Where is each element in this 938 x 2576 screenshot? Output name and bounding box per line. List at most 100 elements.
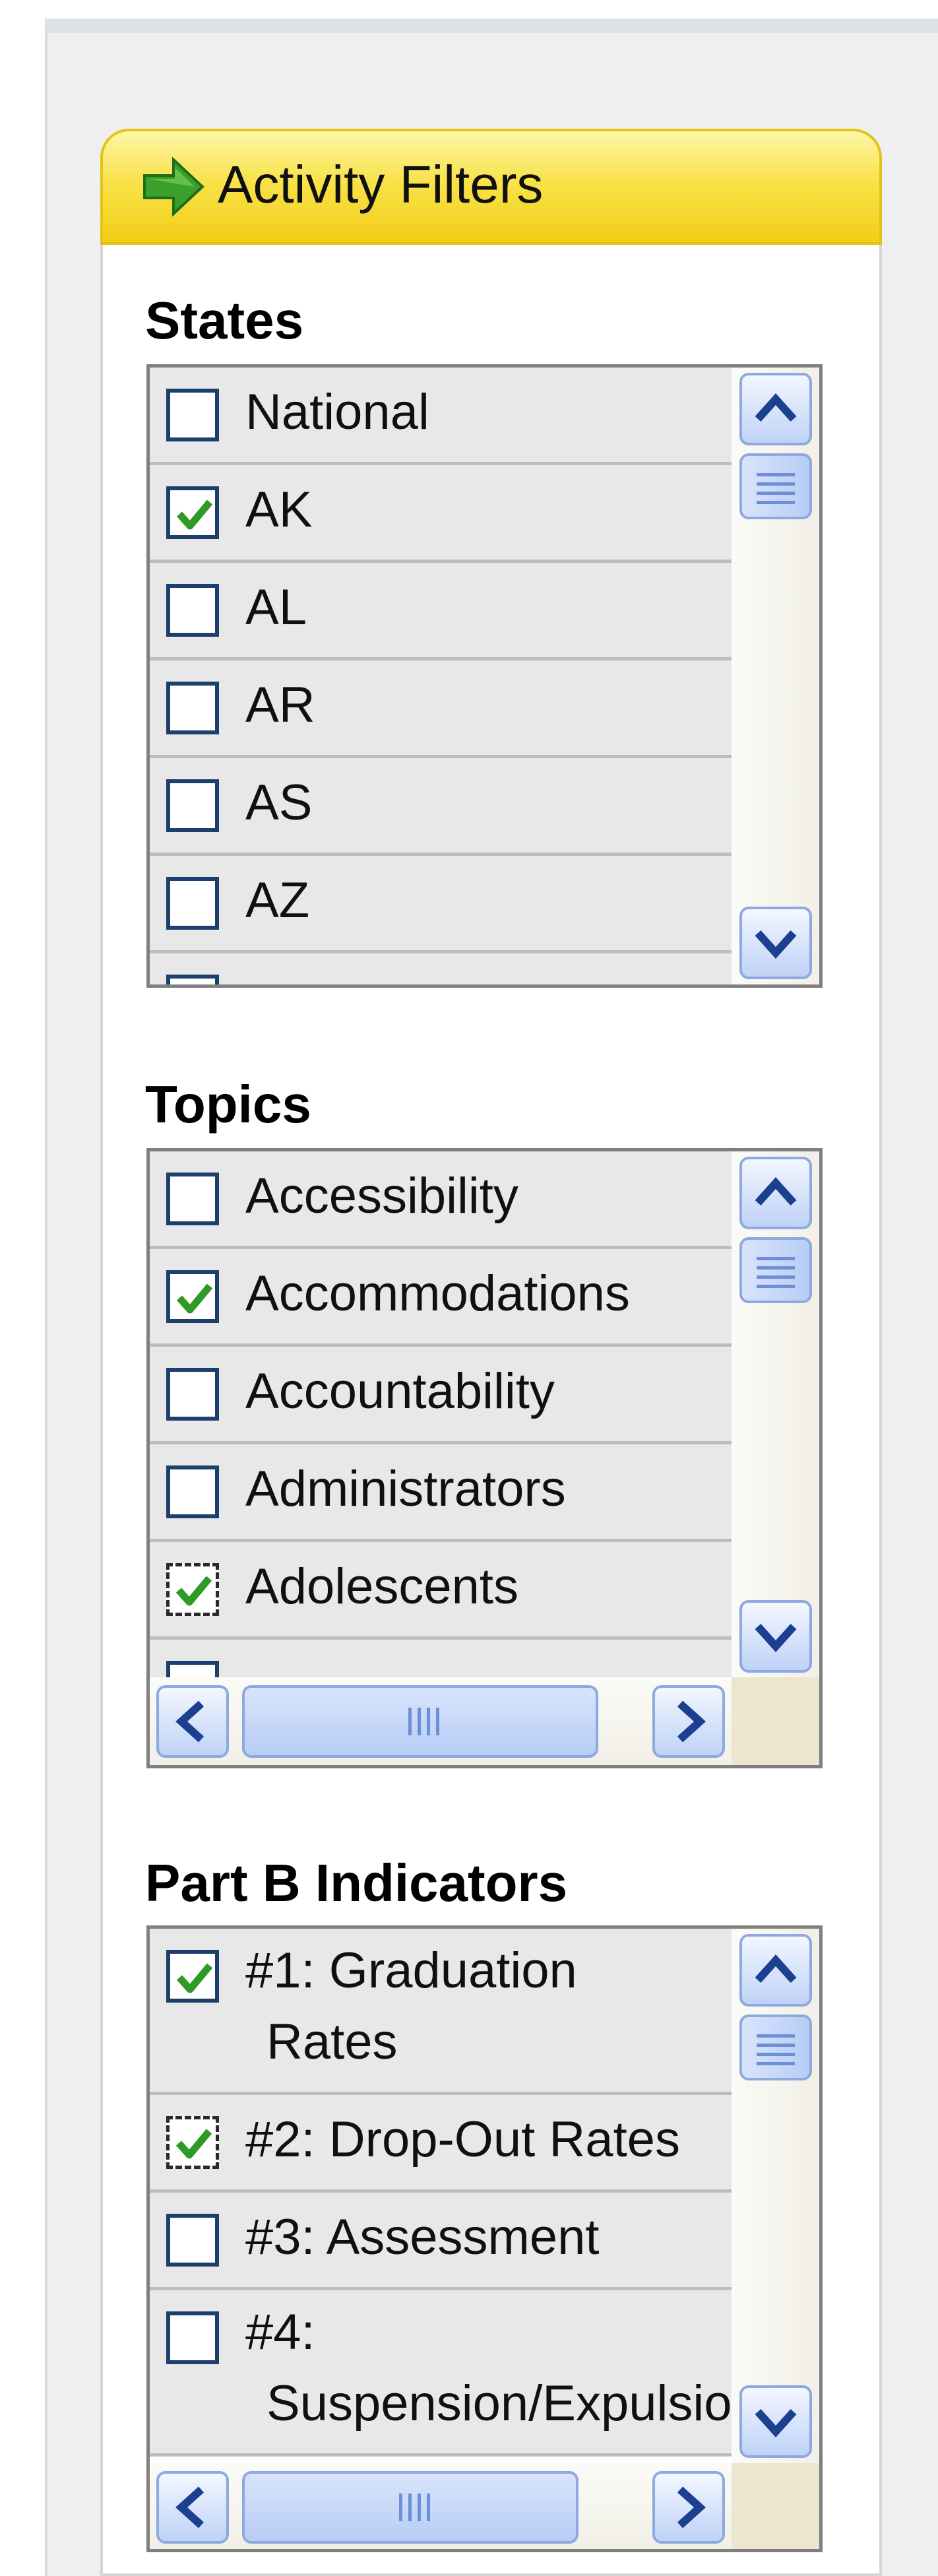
label-line-1: #4: xyxy=(245,2304,315,2360)
scroll-thumb[interactable] xyxy=(739,2014,812,2080)
chevron-down-icon xyxy=(755,930,797,959)
chevron-down-icon xyxy=(755,1623,797,1652)
list-item-administrators[interactable]: Administrators xyxy=(150,1444,732,1542)
checkmark-icon xyxy=(175,1576,212,1606)
list-item-az[interactable]: AZ xyxy=(150,856,732,953)
scrollbar-corner xyxy=(732,1677,819,1765)
checkbox-ar[interactable] xyxy=(166,682,219,734)
list-item-label: #3: Assessment xyxy=(245,2209,600,2265)
scroll-right-button[interactable] xyxy=(652,2471,725,2544)
list-item-ar[interactable]: AR xyxy=(150,660,732,758)
list-item-label: #4: Suspension/Expulsion xyxy=(245,2297,732,2439)
list-item-label: AR xyxy=(245,677,315,733)
scroll-up-button[interactable] xyxy=(739,1934,812,2007)
chevron-up-icon xyxy=(755,1177,797,1206)
part-b-title: Part B Indicators xyxy=(145,1853,568,1912)
list-item-partial[interactable] xyxy=(150,1640,732,1677)
checkmark-icon xyxy=(176,1963,213,1993)
scroll-left-button[interactable] xyxy=(156,1685,229,1758)
scroll-down-button[interactable] xyxy=(739,907,812,979)
topics-list[interactable]: Accessibility Accommodations Accountabil… xyxy=(146,1148,823,1768)
list-item-label: Adolescents xyxy=(245,1559,519,1615)
topics-horizontal-scrollbar[interactable] xyxy=(150,1677,732,1765)
scroll-right-button[interactable] xyxy=(652,1685,725,1758)
list-item-al[interactable]: AL xyxy=(150,563,732,660)
label-line-1: #1: Graduation xyxy=(245,1943,577,1999)
part-b-horizontal-scrollbar[interactable] xyxy=(150,2463,732,2549)
list-item-label: AK xyxy=(245,482,313,538)
list-item-national[interactable]: National xyxy=(150,368,732,465)
list-item-assessment[interactable]: #3: Assessment xyxy=(150,2193,732,2290)
states-title: States xyxy=(145,291,304,350)
list-item-partial[interactable] xyxy=(150,953,732,984)
list-item-suspension-expulsion[interactable]: #4: Suspension/Expulsion xyxy=(150,2290,732,2457)
list-item-label: #1: Graduation Rates xyxy=(245,1935,727,2078)
list-item-drop-out-rates[interactable]: #2: Drop-Out Rates xyxy=(150,2095,732,2193)
list-item-label: AS xyxy=(245,775,313,831)
chevron-up-icon xyxy=(755,1954,797,1983)
horizontal-scroll-thumb[interactable] xyxy=(242,2471,578,2544)
panel-title: Activity Filters xyxy=(218,155,544,214)
chevron-left-icon xyxy=(175,1700,204,1743)
checkbox-partial[interactable] xyxy=(166,975,219,984)
chevron-right-icon xyxy=(677,1700,706,1743)
list-item-ak[interactable]: AK xyxy=(150,465,732,563)
chevron-left-icon xyxy=(175,2486,204,2528)
horizontal-scroll-thumb[interactable] xyxy=(242,1685,598,1758)
topics-list-viewport: Accessibility Accommodations Accountabil… xyxy=(150,1151,732,1677)
list-item-accountability[interactable]: Accountability xyxy=(150,1347,732,1444)
checkmark-icon xyxy=(176,1283,213,1314)
checkbox-administrators[interactable] xyxy=(166,1465,219,1518)
checkbox-adolescents[interactable] xyxy=(166,1563,219,1616)
topics-title: Topics xyxy=(145,1075,311,1134)
checkbox-accommodations[interactable] xyxy=(166,1270,219,1323)
list-item-label: Accommodations xyxy=(245,1266,630,1322)
list-item-label: Administrators xyxy=(245,1461,566,1517)
checkbox-drop-out-rates[interactable] xyxy=(166,2116,219,2169)
checkbox-az[interactable] xyxy=(166,877,219,930)
chevron-down-icon xyxy=(755,2408,797,2437)
chevron-right-icon xyxy=(677,2486,706,2528)
part-b-list-viewport: #1: Graduation Rates #2: Drop-Out Rates #… xyxy=(150,1929,732,2463)
checkmark-icon xyxy=(176,499,213,530)
scroll-up-button[interactable] xyxy=(739,373,812,445)
checkbox-assessment[interactable] xyxy=(166,2214,219,2267)
green-arrow-icon xyxy=(143,157,204,216)
list-item-label: Accountability xyxy=(245,1363,555,1419)
part-b-indicators-list[interactable]: #1: Graduation Rates #2: Drop-Out Rates #… xyxy=(146,1925,823,2552)
checkbox-national[interactable] xyxy=(166,389,219,441)
states-list-viewport: National AK AL AR AS AZ xyxy=(150,368,732,984)
checkbox-suspension-expulsion[interactable] xyxy=(166,2311,219,2364)
list-item-label: Accessibility xyxy=(245,1168,518,1224)
label-line-2: Suspension/Expulsion xyxy=(266,2375,732,2431)
checkbox-ak[interactable] xyxy=(166,486,219,539)
list-item-accommodations[interactable]: Accommodations xyxy=(150,1249,732,1347)
list-item-label: National xyxy=(245,384,429,440)
part-b-vertical-scrollbar[interactable] xyxy=(732,1929,819,2463)
list-item-label: #2: Drop-Out Rates xyxy=(245,2111,680,2168)
checkmark-icon xyxy=(175,2129,212,2159)
list-item-label: AL xyxy=(245,579,307,635)
states-list[interactable]: National AK AL AR AS AZ xyxy=(146,364,823,988)
list-item-adolescents[interactable]: Adolescents xyxy=(150,1542,732,1640)
scroll-down-button[interactable] xyxy=(739,2385,812,2458)
list-item-accessibility[interactable]: Accessibility xyxy=(150,1151,732,1249)
states-vertical-scrollbar[interactable] xyxy=(732,368,819,984)
scroll-left-button[interactable] xyxy=(156,2471,229,2544)
checkbox-al[interactable] xyxy=(166,584,219,637)
scroll-thumb[interactable] xyxy=(739,453,812,519)
scroll-thumb[interactable] xyxy=(739,1237,812,1303)
scroll-up-button[interactable] xyxy=(739,1157,812,1229)
label-line-2: Rates xyxy=(266,2014,398,2070)
scroll-down-button[interactable] xyxy=(739,1600,812,1673)
list-item-label: AZ xyxy=(245,872,310,928)
checkbox-graduation-rates[interactable] xyxy=(166,1950,219,2003)
list-item-graduation-rates[interactable]: #1: Graduation Rates xyxy=(150,1929,732,2095)
checkbox-accountability[interactable] xyxy=(166,1368,219,1421)
list-item-as[interactable]: AS xyxy=(150,758,732,856)
checkbox-partial[interactable] xyxy=(166,1661,219,1677)
topics-vertical-scrollbar[interactable] xyxy=(732,1151,819,1677)
checkbox-accessibility[interactable] xyxy=(166,1173,219,1225)
chevron-up-icon xyxy=(755,393,797,422)
checkbox-as[interactable] xyxy=(166,779,219,832)
